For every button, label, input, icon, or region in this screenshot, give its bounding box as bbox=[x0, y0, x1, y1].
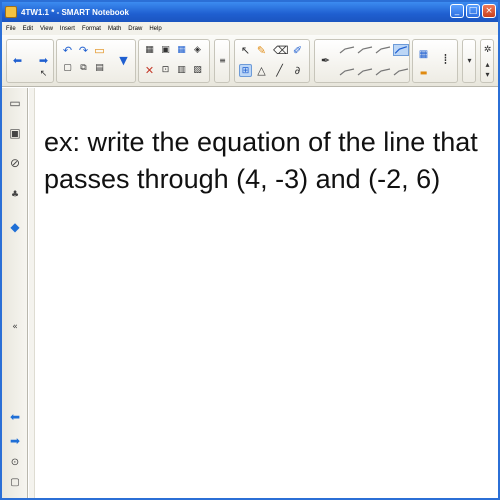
toolbar-group-view: ▦ ▣ ▦ ◈ ✕ ⊡ ▥ ▧ bbox=[138, 39, 210, 83]
attachments-icon[interactable]: ⊘ bbox=[8, 156, 22, 170]
previous-page-icon[interactable]: ⬅ bbox=[11, 54, 24, 67]
toolbar-group-settings: ✲ ▴ ▾ bbox=[480, 39, 494, 83]
table-icon[interactable]: ▦ bbox=[175, 44, 188, 57]
line-style-1[interactable] bbox=[339, 46, 355, 54]
image-icon[interactable]: ▣ bbox=[159, 44, 172, 57]
menu-format[interactable]: Format bbox=[82, 26, 101, 32]
toolbar-down-icon[interactable]: ▾ bbox=[481, 68, 494, 81]
menu-edit[interactable]: Edit bbox=[23, 26, 33, 32]
page-sorter-icon[interactable]: ▭ bbox=[8, 96, 22, 110]
whiteboard-canvas[interactable]: ex: write the equation of the line that … bbox=[36, 88, 498, 498]
toolbar-group-more: ▾ bbox=[462, 39, 476, 83]
toolbar-group-navigation: ⬅ ➡ ↖ bbox=[6, 39, 54, 83]
undo-icon[interactable]: ↶ bbox=[61, 44, 74, 57]
toolbar-icon[interactable]: ▥ bbox=[175, 64, 188, 77]
delete-icon[interactable]: ✕ bbox=[143, 64, 156, 77]
dock-icon[interactable]: ▢ bbox=[8, 476, 22, 490]
pen-icon[interactable]: ✎ bbox=[255, 44, 268, 57]
menu-bar: File Edit View Insert Format Math Draw H… bbox=[2, 22, 498, 35]
next-page-icon[interactable]: ➡ bbox=[37, 54, 50, 67]
pen-style-icon[interactable]: ✒ bbox=[319, 54, 332, 67]
fill-icon[interactable]: ▬ bbox=[417, 66, 430, 79]
board-text-object[interactable]: ex: write the equation of the line that … bbox=[44, 124, 484, 198]
measure-tool-icon[interactable]: ⊞ bbox=[239, 64, 252, 77]
settings-icon[interactable]: ✲ bbox=[481, 44, 494, 57]
new-page-icon[interactable]: ▢ bbox=[61, 62, 74, 75]
window-controls: _ □ × bbox=[450, 4, 496, 18]
collapse-icon[interactable]: « bbox=[8, 320, 22, 334]
redo-icon[interactable]: ↷ bbox=[77, 44, 90, 57]
toolbar-group-line-styles: ✒ bbox=[314, 39, 410, 83]
close-button[interactable]: × bbox=[482, 4, 496, 18]
line-icon[interactable]: ╱ bbox=[273, 64, 286, 77]
toolbar-toggle-icon[interactable]: ≡ bbox=[216, 54, 229, 67]
capture-icon[interactable]: ◈ bbox=[191, 44, 204, 57]
layout-icon[interactable]: ▧ bbox=[191, 64, 204, 77]
gallery-icon[interactable]: ▣ bbox=[8, 126, 22, 140]
properties-icon[interactable]: ▦ bbox=[417, 48, 430, 61]
menu-insert[interactable]: Insert bbox=[60, 26, 75, 32]
line-style-3[interactable] bbox=[375, 46, 391, 54]
properties-tab-icon[interactable]: ♣ bbox=[8, 188, 22, 202]
menu-help[interactable]: Help bbox=[149, 26, 161, 32]
line-style-4[interactable] bbox=[339, 68, 355, 76]
line-style-6[interactable] bbox=[375, 68, 391, 76]
copy-icon[interactable]: ⧉ bbox=[77, 62, 90, 75]
line-style-2[interactable] bbox=[357, 46, 373, 54]
toolbar-group-tools: ↖ ✎ ⌫ ✐ ⊞ △ ╱ ∂ bbox=[234, 39, 310, 83]
open-folder-icon[interactable]: ▭ bbox=[93, 44, 106, 57]
arrow-left-icon[interactable]: ⬅ bbox=[8, 410, 22, 424]
menu-file[interactable]: File bbox=[6, 26, 16, 32]
more-icon[interactable]: ▾ bbox=[463, 54, 476, 67]
triangle-icon[interactable]: △ bbox=[255, 64, 268, 77]
window-title: 4TW1.1 * - SMART Notebook bbox=[21, 7, 130, 17]
menu-view[interactable]: View bbox=[40, 26, 53, 32]
main-toolbar: ⬅ ➡ ↖ ↶ ↷ ▭ ▢ ⧉ ▤ ▼ ▦ ▣ ▦ ◈ ✕ ⊡ ▥ ▧ ≡ ↖ … bbox=[2, 35, 498, 87]
add-ons-icon[interactable]: ◆ bbox=[8, 220, 22, 234]
maximize-button[interactable]: □ bbox=[466, 4, 480, 18]
toolbar-group-edit: ↶ ↷ ▭ ▢ ⧉ ▤ ▼ bbox=[56, 39, 136, 83]
smart-notebook-app-icon[interactable] bbox=[5, 6, 17, 18]
board-text-line-2: passes through (4, -3) and (-2, 6) bbox=[44, 164, 441, 194]
board-text-line-1: ex: write the equation of the line that bbox=[44, 127, 478, 157]
text-tool-icon[interactable]: ∂ bbox=[291, 64, 304, 77]
select-cursor-icon[interactable]: ↖ bbox=[37, 68, 50, 81]
print-icon[interactable]: ▤ bbox=[93, 62, 106, 75]
toolbar-group-toggle: ≡ bbox=[214, 39, 230, 83]
side-tab-bar: ▭ ▣ ⊘ ♣ ◆ « ⬅ ➡ ⊙ ▢ bbox=[2, 88, 28, 498]
eraser-icon[interactable]: ⌫ bbox=[273, 44, 289, 57]
screen-shade-icon[interactable]: ▼ bbox=[117, 54, 130, 67]
line-style-5[interactable] bbox=[357, 68, 373, 76]
magic-pen-icon[interactable]: ✐ bbox=[291, 44, 304, 57]
document-camera-icon[interactable]: ▦ bbox=[143, 44, 156, 57]
title-bar[interactable]: 4TW1.1 * - SMART Notebook _ □ × bbox=[2, 2, 498, 22]
toolbar-group-properties: ▦ ▬ ┋ bbox=[412, 39, 458, 83]
fullscreen-icon[interactable]: ⊡ bbox=[159, 64, 172, 77]
line-properties-icon[interactable]: ┋ bbox=[439, 54, 452, 67]
menu-math[interactable]: Math bbox=[108, 26, 121, 32]
lock-icon[interactable]: ⊙ bbox=[8, 456, 22, 470]
arrow-right-icon[interactable]: ➡ bbox=[8, 434, 22, 448]
line-style-selected[interactable] bbox=[393, 44, 409, 56]
sidebar-scrollbar[interactable] bbox=[29, 88, 35, 498]
select-arrow-icon[interactable]: ↖ bbox=[239, 44, 252, 57]
line-style-7[interactable] bbox=[393, 68, 409, 76]
app-window: 4TW1.1 * - SMART Notebook _ □ × File Edi… bbox=[0, 0, 500, 500]
minimize-button[interactable]: _ bbox=[450, 4, 464, 18]
menu-draw[interactable]: Draw bbox=[128, 26, 142, 32]
